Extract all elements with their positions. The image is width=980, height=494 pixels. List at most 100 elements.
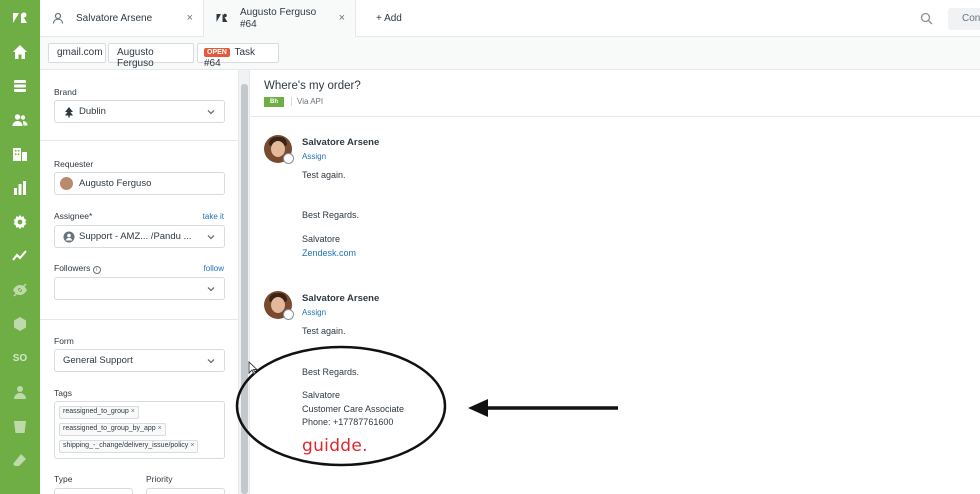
remove-tag-icon[interactable]: × bbox=[131, 408, 135, 415]
group-icon bbox=[63, 231, 75, 243]
tag-chip[interactable]: shipping_-_change/delivery_issue/policy × bbox=[59, 440, 199, 453]
user-icon bbox=[52, 12, 64, 24]
brand-tree-icon bbox=[65, 107, 73, 118]
tag-text: reassigned_to_group_by_app bbox=[63, 425, 156, 432]
tab-label: Salvatore Arsene bbox=[76, 13, 153, 24]
message-line: Best Regards. bbox=[302, 367, 360, 377]
avatar[interactable] bbox=[264, 291, 294, 320]
brand-label: Brand bbox=[54, 87, 77, 97]
close-icon[interactable]: × bbox=[339, 12, 345, 24]
user-app-icon[interactable] bbox=[0, 377, 40, 407]
channel-badge: Bh bbox=[264, 97, 284, 107]
ticket-properties-panel: Brand Dublin Requester Augusto Ferguso A… bbox=[40, 70, 238, 494]
assign-link[interactable]: Assign bbox=[302, 308, 326, 317]
search-icon[interactable] bbox=[920, 12, 933, 25]
tab-augusto-ferguso-task[interactable]: Augusto Ferguso #64 × bbox=[204, 0, 356, 37]
info-icon: i bbox=[92, 266, 101, 274]
assignee-select[interactable]: Support - AMZ... /Pandu ... bbox=[54, 225, 225, 248]
remove-tag-icon[interactable]: × bbox=[190, 442, 194, 449]
tab-salvatore-arsene[interactable]: Salvatore Arsene × bbox=[40, 0, 204, 37]
followers-label: Followers i bbox=[54, 263, 101, 274]
message-author[interactable]: Salvatore Arsene bbox=[302, 293, 379, 304]
tab-label-title: Augusto Ferguso bbox=[240, 7, 317, 18]
assignee-label: Assignee* bbox=[54, 211, 93, 221]
requester-avatar bbox=[60, 177, 73, 190]
ticket-subject[interactable]: Where's my order? bbox=[264, 80, 361, 92]
assign-link[interactable]: Assign bbox=[302, 152, 326, 161]
form-label: Form bbox=[54, 336, 74, 346]
customers-icon[interactable] bbox=[0, 105, 40, 135]
type-label: Type bbox=[54, 474, 73, 484]
main-navigation-rail: SO bbox=[0, 0, 40, 494]
message-line: Test again. bbox=[302, 170, 346, 180]
chevron-down-icon bbox=[207, 235, 215, 240]
followers-select[interactable] bbox=[54, 277, 225, 300]
take-it-link[interactable]: take it bbox=[203, 212, 224, 221]
ticket-tab-bar: Salvatore Arsene × Augusto Ferguso #64 × … bbox=[40, 0, 980, 37]
add-tab-button[interactable]: + Add bbox=[376, 13, 402, 24]
close-icon[interactable]: × bbox=[187, 12, 193, 24]
properties-scrollbar-thumb[interactable] bbox=[241, 84, 248, 494]
activity-icon[interactable] bbox=[0, 241, 40, 271]
organizations-icon[interactable] bbox=[0, 139, 40, 169]
mouse-cursor-icon bbox=[248, 361, 258, 375]
message-line: Customer Care Associate bbox=[302, 404, 405, 414]
header-divider bbox=[251, 116, 980, 117]
agent-badge-icon bbox=[283, 153, 294, 164]
tab-label: Augusto Ferguso #64 bbox=[240, 7, 316, 31]
tag-text: shipping_-_change/delivery_issue/policy bbox=[63, 442, 189, 449]
brand-value: Dublin bbox=[79, 106, 106, 117]
conversation-pane: Where's my order? Bh Via API Salvatore A… bbox=[251, 70, 980, 494]
message-author[interactable]: Salvatore Arsene bbox=[302, 137, 379, 148]
requester-value: Augusto Ferguso bbox=[79, 178, 152, 189]
agent-badge-icon bbox=[283, 309, 294, 320]
breadcrumb: gmail.com Augusto Ferguso OPEN Task #64 bbox=[40, 37, 980, 70]
hidden-app-icon[interactable] bbox=[0, 275, 40, 305]
breadcrumb-organization[interactable]: gmail.com bbox=[48, 43, 106, 63]
tags-input[interactable]: reassigned_to_group × reassigned_to_group… bbox=[54, 401, 225, 459]
message-link[interactable]: Zendesk.com bbox=[302, 248, 356, 258]
so-app-icon[interactable]: SO bbox=[0, 343, 40, 373]
breadcrumb-task[interactable]: OPEN Task #64 bbox=[197, 43, 279, 69]
zendesk-logo-icon[interactable] bbox=[0, 3, 40, 33]
message-line: Salvatore bbox=[302, 390, 341, 400]
brand-select[interactable]: Dublin bbox=[54, 100, 225, 123]
eraser-app-icon[interactable] bbox=[0, 445, 40, 475]
reporting-icon[interactable] bbox=[0, 173, 40, 203]
tag-chip[interactable]: reassigned_to_group × bbox=[59, 406, 139, 419]
avatar[interactable] bbox=[264, 135, 294, 164]
followers-label-text: Followers bbox=[54, 263, 91, 273]
breadcrumb-requester[interactable]: Augusto Ferguso bbox=[108, 43, 194, 69]
home-icon[interactable] bbox=[0, 37, 40, 67]
type-select[interactable] bbox=[54, 488, 133, 494]
guidde-watermark: guidde. bbox=[302, 436, 368, 456]
chevron-down-icon bbox=[207, 110, 215, 115]
tag-chip[interactable]: reassigned_to_group_by_app × bbox=[59, 423, 166, 436]
bucket-app-icon[interactable] bbox=[0, 411, 40, 441]
priority-select[interactable] bbox=[146, 488, 225, 494]
section-divider bbox=[40, 319, 238, 320]
requester-label: Requester bbox=[54, 159, 94, 169]
status-badge: OPEN bbox=[204, 48, 230, 57]
chevron-down-icon bbox=[207, 287, 215, 292]
form-select[interactable]: General Support bbox=[54, 349, 225, 372]
message-line: Best Regards. bbox=[302, 210, 360, 220]
requester-field[interactable]: Augusto Ferguso bbox=[54, 172, 225, 195]
tag-text: reassigned_to_group bbox=[63, 408, 129, 415]
app-icon[interactable] bbox=[0, 309, 40, 339]
follow-link[interactable]: follow bbox=[204, 264, 224, 273]
via-channel-label: Via API bbox=[291, 97, 323, 106]
zendesk-ticket-icon bbox=[216, 13, 228, 22]
conversations-button[interactable]: Con bbox=[948, 8, 980, 30]
remove-tag-icon[interactable]: × bbox=[158, 425, 162, 432]
section-divider bbox=[40, 140, 238, 141]
chevron-down-icon bbox=[207, 359, 215, 364]
tags-label: Tags bbox=[54, 388, 72, 398]
views-icon[interactable] bbox=[0, 71, 40, 101]
settings-icon[interactable] bbox=[0, 207, 40, 237]
form-value: General Support bbox=[63, 355, 133, 366]
priority-label: Priority bbox=[146, 474, 173, 484]
message-line: Salvatore bbox=[302, 234, 341, 244]
message-line: Test again. bbox=[302, 326, 346, 336]
message-line: Phone: +17787761600 bbox=[302, 417, 394, 427]
